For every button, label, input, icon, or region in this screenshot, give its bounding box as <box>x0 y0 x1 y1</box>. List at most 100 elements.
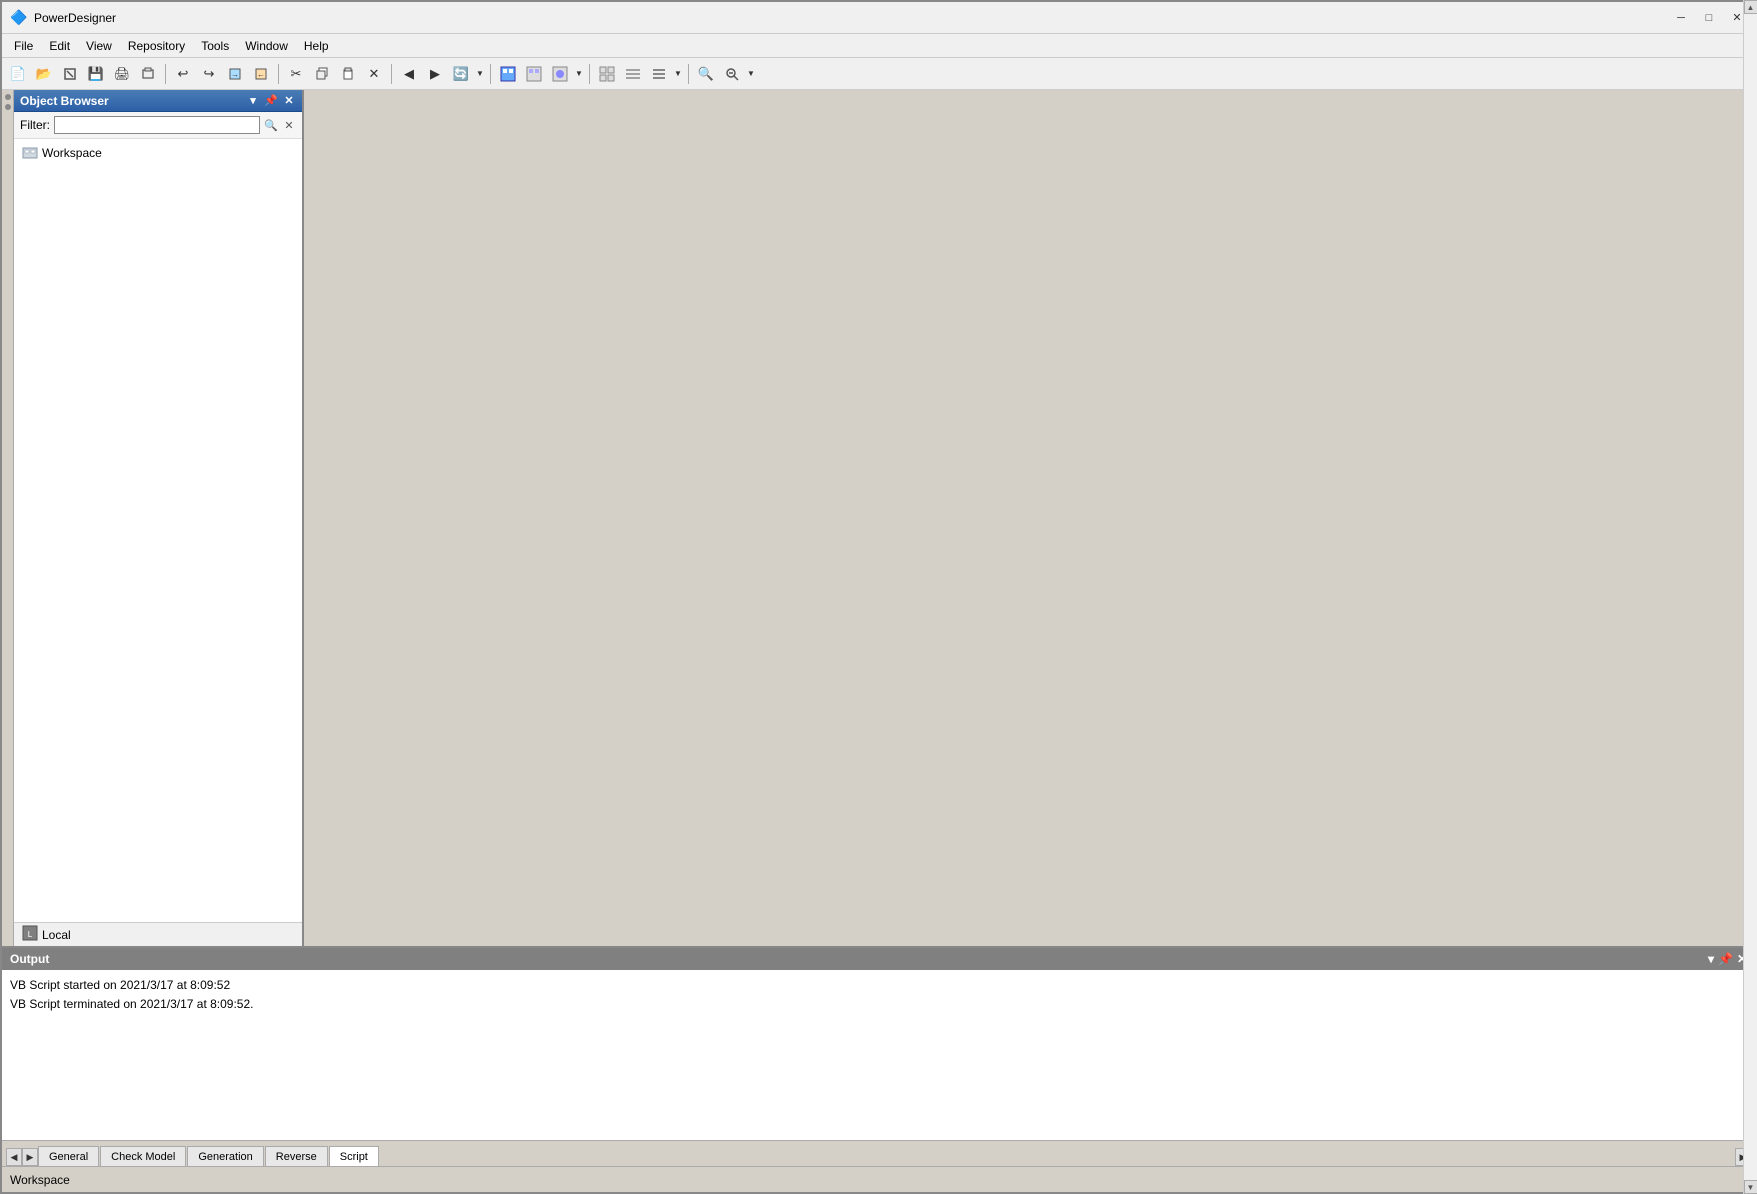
toolbar-separator-3 <box>391 64 392 84</box>
browser-tree: Workspace <box>14 139 302 922</box>
menu-repository[interactable]: Repository <box>120 37 193 55</box>
left-tab-dot-2 <box>5 104 11 110</box>
tab-nav-prev-btn[interactable]: ◀ <box>6 1148 22 1166</box>
filter-label: Filter: <box>20 118 50 132</box>
object-browser-title: Object Browser <box>20 94 246 108</box>
title-text: PowerDesigner <box>34 11 1671 25</box>
content-area: Object Browser ▾ 📌 ✕ Filter: 🔍 ✕ <box>2 90 1755 1192</box>
window-controls: ─ □ ✕ <box>1671 8 1747 28</box>
tab-generation[interactable]: Generation <box>187 1146 263 1166</box>
toolbar-copy-btn[interactable] <box>310 62 334 86</box>
toolbar-redo-btn[interactable]: ↪ <box>197 62 221 86</box>
browser-footer: L Local <box>14 922 302 946</box>
middle-area: Object Browser ▾ 📌 ✕ Filter: 🔍 ✕ <box>2 90 1755 946</box>
tab-reverse[interactable]: Reverse <box>265 1146 328 1166</box>
app-window: 🔷 PowerDesigner ─ □ ✕ File Edit View Rep… <box>0 0 1757 1194</box>
toolbar-separator-6 <box>688 64 689 84</box>
filter-search-icon[interactable]: 🔍 <box>264 118 278 132</box>
toolbar-export-btn[interactable]: → <box>223 62 247 86</box>
svg-text:→: → <box>231 70 239 79</box>
filter-input[interactable] <box>54 116 260 134</box>
toolbar-separator-1 <box>165 64 166 84</box>
output-title: Output <box>10 952 1708 966</box>
toolbar-delete-btn[interactable]: ✕ <box>362 62 386 86</box>
toolbar: 📄 📂 💾 🖨 ↩ ↪ → ← ✂ ✕ ◀ ▶ <box>2 58 1755 90</box>
toolbar-paste-btn[interactable] <box>336 62 360 86</box>
title-bar: 🔷 PowerDesigner ─ □ ✕ <box>2 2 1755 34</box>
scrollbar-track[interactable] <box>1744 970 1755 1140</box>
tab-bar: ◀ ▶ General Check Model Generation Rever… <box>2 1140 1755 1166</box>
toolbar-diagram-dropdown[interactable]: ▼ <box>574 62 584 86</box>
menu-window[interactable]: Window <box>237 37 296 55</box>
output-scrollbar[interactable]: ▲ ▼ <box>1743 970 1755 1140</box>
toolbar-forward-btn[interactable]: ▶ <box>423 62 447 86</box>
workspace-tree-label: Workspace <box>42 146 102 160</box>
toolbar-view1-btn[interactable] <box>595 62 619 86</box>
output-dropdown-icon[interactable]: ▾ <box>1708 952 1714 966</box>
toolbar-zoom-out-btn[interactable] <box>720 62 744 86</box>
tab-script[interactable]: Script <box>329 1146 379 1166</box>
minimize-button[interactable]: ─ <box>1671 8 1691 28</box>
canvas-area[interactable] <box>304 90 1755 946</box>
svg-text:←: ← <box>257 70 265 79</box>
toolbar-view-dropdown[interactable]: ▼ <box>673 62 683 86</box>
status-bar: Workspace <box>2 1166 1755 1192</box>
filter-bar: Filter: 🔍 ✕ <box>14 112 302 139</box>
tab-check-model[interactable]: Check Model <box>100 1146 186 1166</box>
toolbar-separator-4 <box>490 64 491 84</box>
object-browser-pin-icon[interactable]: ▾ <box>246 94 260 108</box>
menu-tools[interactable]: Tools <box>193 37 237 55</box>
toolbar-diagram1-btn[interactable] <box>496 62 520 86</box>
toolbar-find-btn[interactable]: 🔍 <box>694 62 718 86</box>
menu-bar: File Edit View Repository Tools Window H… <box>2 34 1755 58</box>
svg-text:L: L <box>28 930 33 939</box>
toolbar-view2-btn[interactable] <box>621 62 645 86</box>
tab-general[interactable]: General <box>38 1146 99 1166</box>
output-content: VB Script started on 2021/3/17 at 8:09:5… <box>2 970 1755 1140</box>
toolbar-save-btn[interactable]: 💾 <box>84 62 108 86</box>
local-icon: L <box>22 925 38 944</box>
tab-nav-next-btn[interactable]: ▶ <box>22 1148 38 1166</box>
output-line-2: VB Script terminated on 2021/3/17 at 8:0… <box>10 995 1747 1014</box>
toolbar-separator-5 <box>589 64 590 84</box>
output-panel: Output ▾ 📌 ✕ VB Script started on 2021/3… <box>2 946 1755 1166</box>
toolbar-diagram3-btn[interactable] <box>548 62 572 86</box>
toolbar-zoom-dropdown[interactable]: ▼ <box>746 62 756 86</box>
toolbar-import-btn[interactable]: ← <box>249 62 273 86</box>
toolbar-cut-btn[interactable]: ✂ <box>284 62 308 86</box>
toolbar-new-btn[interactable]: 📄 <box>6 62 30 86</box>
toolbar-print-btn[interactable]: 🖨 <box>110 62 134 86</box>
menu-help[interactable]: Help <box>296 37 337 55</box>
toolbar-view3-btn[interactable] <box>647 62 671 86</box>
menu-view[interactable]: View <box>78 37 120 55</box>
maximize-button[interactable]: □ <box>1699 8 1719 28</box>
left-tabs <box>2 90 14 946</box>
toolbar-sync-dropdown[interactable]: ▼ <box>475 62 485 86</box>
toolbar-separator-2 <box>278 64 279 84</box>
object-browser-header: Object Browser ▾ 📌 ✕ <box>14 90 302 112</box>
menu-edit[interactable]: Edit <box>41 37 78 55</box>
toolbar-close-btn[interactable] <box>58 62 82 86</box>
object-browser-close-icon[interactable]: ✕ <box>282 94 296 108</box>
toolbar-print-preview-btn[interactable] <box>136 62 160 86</box>
object-browser-header-icons: ▾ 📌 ✕ <box>246 94 296 108</box>
output-header-icons: ▾ 📌 ✕ <box>1708 952 1747 966</box>
app-icon: 🔷 <box>10 9 28 27</box>
toolbar-undo-btn[interactable]: ↩ <box>171 62 195 86</box>
menu-file[interactable]: File <box>6 37 41 55</box>
browser-footer-label: Local <box>42 928 71 942</box>
toolbar-back-btn[interactable]: ◀ <box>397 62 421 86</box>
output-header: Output ▾ 📌 ✕ <box>2 948 1755 970</box>
status-text: Workspace <box>10 1173 70 1187</box>
filter-clear-icon[interactable]: ✕ <box>282 118 296 132</box>
toolbar-sync-btn[interactable]: 🔄 <box>449 62 473 86</box>
left-tab-dot-1 <box>5 94 11 100</box>
toolbar-open-btn[interactable]: 📂 <box>32 62 56 86</box>
output-pin-icon[interactable]: 📌 <box>1718 952 1733 966</box>
output-line-1: VB Script started on 2021/3/17 at 8:09:5… <box>10 976 1747 995</box>
tree-item-workspace[interactable]: Workspace <box>14 143 302 163</box>
workspace-tree-icon <box>22 145 38 161</box>
object-browser: Object Browser ▾ 📌 ✕ Filter: 🔍 ✕ <box>14 90 304 946</box>
object-browser-pin-btn[interactable]: 📌 <box>264 94 278 108</box>
toolbar-diagram2-btn[interactable] <box>522 62 546 86</box>
